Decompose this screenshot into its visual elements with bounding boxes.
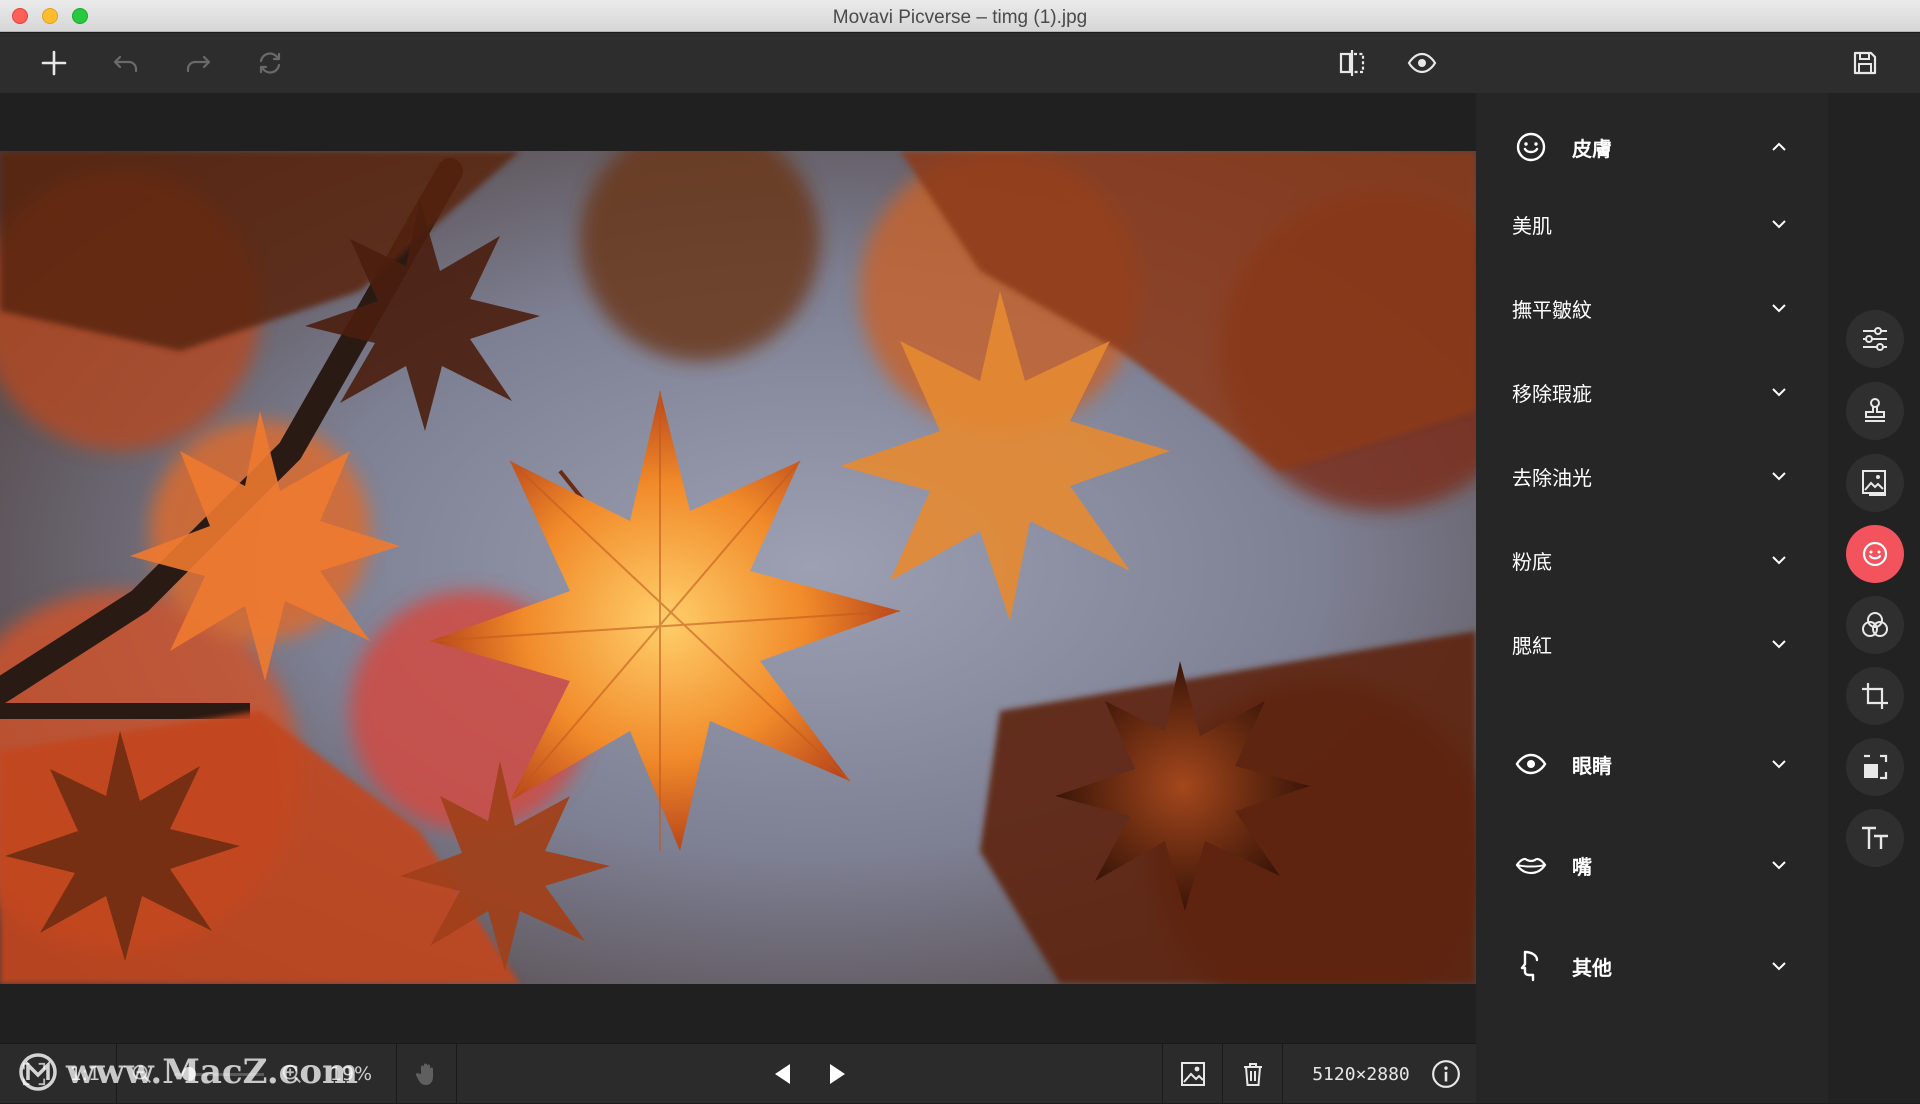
skin-item-label: 移除瑕疵: [1512, 381, 1592, 406]
chevron-down-icon: [1772, 962, 1786, 971]
filters-tool-button[interactable]: [1846, 596, 1904, 654]
section-skin-label: 皮膚: [1572, 136, 1612, 161]
skin-item-blush[interactable]: 腮紅: [1476, 614, 1828, 674]
compare-icon: [1339, 50, 1365, 76]
chevron-down-icon: [1772, 760, 1786, 769]
skin-item-label: 撫平皺紋: [1512, 297, 1592, 322]
top-toolbar: [0, 33, 1920, 93]
undo-icon: [113, 55, 138, 73]
skin-item-label: 美肌: [1512, 213, 1552, 238]
skin-item-label: 腮紅: [1512, 633, 1552, 658]
retouch-face-icon: [1862, 541, 1888, 567]
retouch-panel: 皮膚 美肌 撫平皺紋 移除瑕疵 去除油光 粉底 腮紅 眼睛 嘴 其他: [1476, 93, 1828, 1103]
section-eyes-label: 眼睛: [1572, 753, 1612, 778]
undo-button[interactable]: [106, 43, 146, 83]
hand-tool-button[interactable]: [404, 1044, 450, 1104]
background-tool-button[interactable]: [1846, 454, 1904, 512]
adjust-sliders-icon: [1863, 327, 1887, 351]
chevron-down-icon: [1772, 304, 1786, 313]
lips-icon: [1515, 857, 1547, 875]
chevron-down-icon: [1772, 861, 1786, 870]
retouch-tool-button[interactable]: [1846, 525, 1904, 583]
section-other-label: 其他: [1572, 955, 1612, 980]
previous-image-button[interactable]: [760, 1044, 806, 1104]
resize-icon: [1864, 754, 1888, 780]
section-skin[interactable]: 皮膚: [1476, 117, 1828, 177]
section-eyes[interactable]: 眼睛: [1476, 734, 1828, 794]
app-window: Movavi Picverse – timg (1).jpg 1:1 19% 5…: [0, 0, 1920, 1104]
save-button[interactable]: [1845, 43, 1885, 83]
face-smile-icon: [1516, 132, 1546, 162]
chevron-down-icon: [1772, 220, 1786, 229]
section-other[interactable]: 其他: [1476, 936, 1828, 996]
preview-button[interactable]: [1402, 43, 1442, 83]
stamp-icon: [1865, 398, 1885, 422]
crop-icon: [1862, 683, 1888, 709]
redo-icon: [186, 55, 211, 73]
preview-eye-icon: [1407, 52, 1437, 74]
stamp-tool-button[interactable]: [1846, 382, 1904, 440]
redo-button[interactable]: [178, 43, 218, 83]
face-profile-icon: [1520, 950, 1539, 982]
section-mouth[interactable]: 嘴: [1476, 835, 1828, 895]
chevron-down-icon: [1772, 472, 1786, 481]
open-image-button[interactable]: [1170, 1044, 1216, 1104]
chevron-down-icon: [1772, 556, 1786, 565]
tool-rail: [1828, 93, 1920, 1103]
image-canvas[interactable]: [0, 93, 1476, 1043]
trash-icon: [1244, 1063, 1262, 1086]
compare-button[interactable]: [1332, 43, 1372, 83]
image-resolution: 5120×2880: [1312, 1063, 1410, 1085]
watermark-logo-icon: [19, 1053, 57, 1091]
hand-icon: [415, 1063, 433, 1085]
skin-item-smooth[interactable]: 美肌: [1476, 194, 1828, 254]
save-icon: [1853, 51, 1877, 75]
add-button[interactable]: [34, 43, 74, 83]
chevron-down-icon: [1772, 388, 1786, 397]
window-title: Movavi Picverse – timg (1).jpg: [832, 7, 1088, 28]
crop-tool-button[interactable]: [1846, 667, 1904, 725]
skin-item-wrinkles[interactable]: 撫平皺紋: [1476, 278, 1828, 338]
text-icon: [1862, 826, 1888, 849]
reset-icon: [259, 52, 281, 74]
reset-button[interactable]: [250, 43, 290, 83]
next-image-button[interactable]: [814, 1044, 860, 1104]
skin-item-label: 去除油光: [1512, 465, 1592, 490]
skin-item-label: 粉底: [1512, 549, 1552, 574]
delete-image-button[interactable]: [1230, 1044, 1276, 1104]
triangle-left-icon: [775, 1064, 790, 1084]
title-bar: Movavi Picverse – timg (1).jpg: [0, 0, 1920, 32]
adjust-tool-button[interactable]: [1846, 310, 1904, 368]
skin-item-foundation[interactable]: 粉底: [1476, 530, 1828, 590]
replace-background-icon: [1862, 470, 1886, 496]
watermark-text: www.MacZ.com: [66, 1052, 359, 1092]
image-info-button[interactable]: [1426, 1044, 1466, 1104]
triangle-right-icon: [830, 1064, 845, 1084]
section-mouth-label: 嘴: [1572, 854, 1592, 879]
info-icon: [1432, 1060, 1460, 1088]
maple-leaves-image: [0, 151, 1476, 984]
filters-icon: [1862, 612, 1888, 637]
watermark: www.MacZ.com: [18, 1052, 358, 1092]
skin-item-shine[interactable]: 去除油光: [1476, 446, 1828, 506]
text-tool-button[interactable]: [1846, 809, 1904, 867]
chevron-up-icon: [1772, 142, 1786, 151]
eye-icon: [1515, 753, 1547, 775]
photo-autumn-maple-leaves[interactable]: [0, 151, 1476, 984]
image-icon: [1181, 1062, 1205, 1086]
add-icon: [41, 50, 67, 76]
skin-item-blemishes[interactable]: 移除瑕疵: [1476, 362, 1828, 422]
resize-tool-button[interactable]: [1846, 738, 1904, 796]
chevron-down-icon: [1772, 640, 1786, 649]
